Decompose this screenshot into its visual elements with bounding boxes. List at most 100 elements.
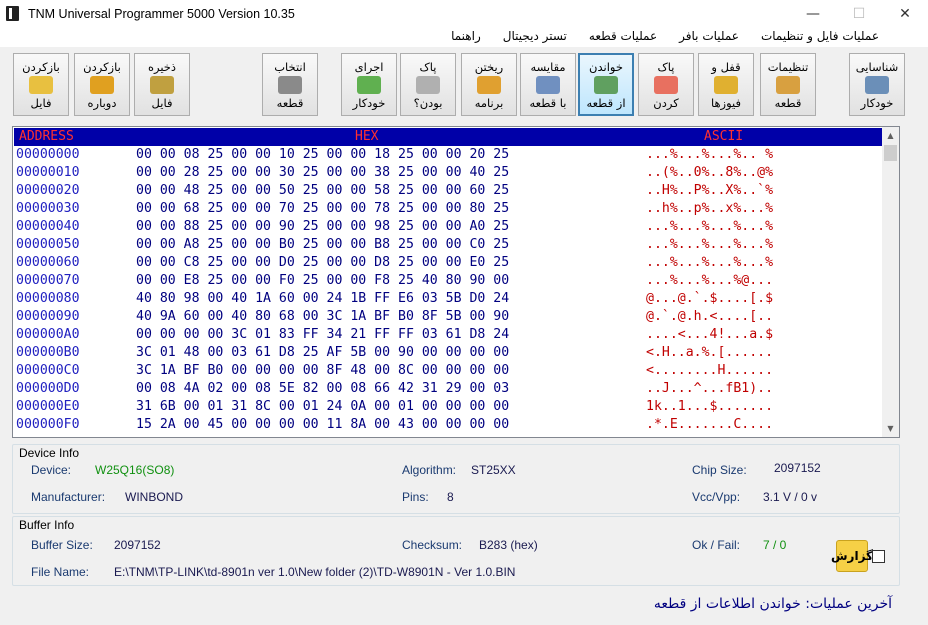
- row-address: 00000040: [16, 219, 80, 234]
- reopen-icon: [90, 75, 114, 94]
- row-address: 00000050: [16, 237, 80, 252]
- report-control[interactable]: گزارش: [831, 540, 885, 572]
- open-file-button[interactable]: بازکردن فایل: [13, 53, 69, 116]
- auto-run-button[interactable]: اجرای خودکار: [341, 53, 397, 116]
- row-ascii: <.H..a.%.[......: [646, 345, 774, 360]
- menu-bar: راهنما تستر دیجیتال عملیات قطعه عملیات ب…: [0, 27, 928, 47]
- hex-row[interactable]: 00000000 00 00 08 25 00 00 10 25 00 00 18…: [14, 146, 882, 164]
- hex-row[interactable]: 00000030 00 00 68 25 00 00 70 25 00 00 78…: [14, 200, 882, 218]
- hex-row[interactable]: 00000010 00 00 28 25 00 00 30 25 00 00 38…: [14, 164, 882, 182]
- scroll-down-icon[interactable]: ▼: [882, 420, 899, 437]
- menu-digital-tester[interactable]: تستر دیجیتال: [492, 27, 578, 47]
- reopen-button[interactable]: بازکردن دوباره: [74, 53, 130, 116]
- row-address: 00000010: [16, 165, 80, 180]
- title-bar: TNM Universal Programmer 5000 Version 10…: [0, 0, 928, 27]
- device-value: W25Q16(SO8): [95, 463, 175, 477]
- blank-check-button[interactable]: پاک بودن؟: [400, 53, 456, 116]
- erase-button[interactable]: پاک کردن: [638, 53, 694, 116]
- row-ascii: @...@.`.$....[.$: [646, 291, 774, 306]
- row-hex-bytes: 00 00 48 25 00 00 50 25 00 00 58 25 00 0…: [136, 183, 510, 198]
- row-hex-bytes: 00 00 E8 25 00 00 F0 25 00 00 F8 25 40 8…: [136, 273, 510, 288]
- lock-fuses-button[interactable]: قفل و فیوزها: [698, 53, 754, 116]
- row-ascii: ..(%..0%..8%..@%: [646, 165, 774, 180]
- chip-size-value: 2097152: [774, 461, 821, 475]
- row-address: 000000C0: [16, 363, 80, 378]
- hex-rows: 00000000 00 00 08 25 00 00 10 25 00 00 18…: [14, 146, 882, 436]
- hex-row[interactable]: 000000D0 00 08 4A 02 00 08 5E 82 00 08 66…: [14, 380, 882, 398]
- scroll-thumb[interactable]: [884, 145, 897, 161]
- row-ascii: .*.E.......C....: [646, 417, 774, 432]
- report-notepad-icon[interactable]: گزارش: [831, 540, 873, 572]
- auto-detect-button[interactable]: شناسایی خودکار: [849, 53, 905, 116]
- hex-view[interactable]: ADDRESS HEX ASCII 00000000 00 00 08 25 00…: [12, 126, 900, 438]
- row-address: 00000020: [16, 183, 80, 198]
- header-ascii: ASCII: [704, 129, 744, 144]
- row-hex-bytes: 00 00 A8 25 00 00 B0 25 00 00 B8 25 00 0…: [136, 237, 510, 252]
- menu-buffer-operations[interactable]: عملیات بافر: [668, 27, 750, 47]
- eraser-icon: [654, 75, 678, 94]
- hex-row[interactable]: 00000090 40 9A 60 00 40 80 68 00 3C 1A BF…: [14, 308, 882, 326]
- buffer-info-group: Buffer Info Buffer Size: 2097152 Checksu…: [12, 516, 900, 586]
- chip-detect-icon: [865, 75, 889, 94]
- hex-row[interactable]: 00000080 40 80 98 00 40 1A 60 00 24 1B FF…: [14, 290, 882, 308]
- device-info-group: Device Info Device: W25Q16(SO8) Manufact…: [12, 444, 900, 514]
- select-chip-button[interactable]: انتخاب قطعه: [262, 53, 318, 116]
- row-hex-bytes: 40 9A 60 00 40 80 68 00 3C 1A BF B0 8F 5…: [136, 309, 510, 324]
- hex-row[interactable]: 00000050 00 00 A8 25 00 00 B0 25 00 00 B8…: [14, 236, 882, 254]
- minimize-button[interactable]: —: [790, 0, 836, 27]
- row-address: 000000E0: [16, 399, 80, 414]
- filename-value: E:\TNM\TP-LINK\td-8901n ver 1.0\New fold…: [114, 565, 516, 579]
- hex-row[interactable]: 000000A0 00 00 00 00 3C 01 83 FF 34 21 FF…: [14, 326, 882, 344]
- vertical-scrollbar[interactable]: ▲ ▼: [882, 127, 899, 437]
- lock-icon: [714, 75, 738, 94]
- save-file-button[interactable]: ذخیره فایل: [134, 53, 190, 116]
- menu-file-settings[interactable]: عملیات فایل و تنظیمات: [750, 27, 890, 47]
- report-checkbox[interactable]: [872, 549, 885, 563]
- row-ascii: ..h%..p%..x%...%: [646, 201, 774, 216]
- row-ascii: ...%...%...%@...: [646, 273, 774, 288]
- vcc-label: Vcc/Vpp:: [692, 490, 741, 504]
- menu-chip-operations[interactable]: عملیات قطعه: [578, 27, 668, 47]
- app-icon: [6, 6, 19, 21]
- row-hex-bytes: 15 2A 00 45 00 00 00 00 11 8A 00 43 00 0…: [136, 417, 510, 432]
- row-ascii: ...%...%...%.. %: [646, 147, 774, 162]
- read-chip-button[interactable]: خواندن از قطعه: [578, 53, 634, 116]
- hex-row[interactable]: 00000060 00 00 C8 25 00 00 D0 25 00 00 D8…: [14, 254, 882, 272]
- hex-row[interactable]: 000000F0 15 2A 00 45 00 00 00 00 11 8A 00…: [14, 416, 882, 434]
- row-ascii: ...%...%...%...%: [646, 255, 774, 270]
- row-ascii: ...%...%...%...%: [646, 219, 774, 234]
- maximize-button[interactable]: ☐: [836, 0, 882, 27]
- compare-button[interactable]: مقایسه با قطعه: [520, 53, 576, 116]
- hex-row[interactable]: 00000040 00 00 88 25 00 00 90 25 00 00 98…: [14, 218, 882, 236]
- buffer-size-value: 2097152: [114, 538, 161, 552]
- row-address: 000000B0: [16, 345, 80, 360]
- row-address: 000000D0: [16, 381, 80, 396]
- close-button[interactable]: ✕: [882, 0, 928, 27]
- window-title: TNM Universal Programmer 5000 Version 10…: [28, 6, 295, 21]
- row-hex-bytes: 00 00 68 25 00 00 70 25 00 00 78 25 00 0…: [136, 201, 510, 216]
- hex-row[interactable]: 000000C0 3C 1A BF B0 00 00 00 00 8F 48 00…: [14, 362, 882, 380]
- write-program-icon: [477, 75, 501, 94]
- menu-help[interactable]: راهنما: [440, 27, 492, 47]
- hex-header: ADDRESS HEX ASCII: [14, 128, 882, 146]
- chip-settings-button[interactable]: تنظیمات قطعه: [760, 53, 816, 116]
- report-label: گزارش: [830, 549, 874, 563]
- row-ascii: ....<...4!...a.$: [646, 327, 774, 342]
- hex-row[interactable]: 00000070 00 00 E8 25 00 00 F0 25 00 00 F8…: [14, 272, 882, 290]
- row-ascii: @.`.@.h.<....[..: [646, 309, 774, 324]
- row-address: 00000000: [16, 147, 80, 162]
- buffer-info-title: Buffer Info: [19, 518, 75, 532]
- read-chip-icon: [594, 75, 618, 94]
- okfail-value: 7 / 0: [763, 538, 787, 552]
- auto-run-icon: [357, 75, 381, 94]
- row-ascii: ..J...^...fB1)..: [646, 381, 774, 396]
- scroll-up-icon[interactable]: ▲: [882, 127, 899, 144]
- hex-row[interactable]: 000000B0 3C 01 48 00 03 61 D8 25 AF 5B 00…: [14, 344, 882, 362]
- filename-label: File Name:: [31, 565, 90, 579]
- row-address: 00000070: [16, 273, 80, 288]
- hex-row[interactable]: 00000020 00 00 48 25 00 00 50 25 00 00 58…: [14, 182, 882, 200]
- program-button[interactable]: ریختن برنامه: [461, 53, 517, 116]
- checksum-label: Checksum:: [402, 538, 463, 552]
- hex-row[interactable]: 000000E0 31 6B 00 01 31 8C 00 01 24 0A 00…: [14, 398, 882, 416]
- row-address: 000000A0: [16, 327, 80, 342]
